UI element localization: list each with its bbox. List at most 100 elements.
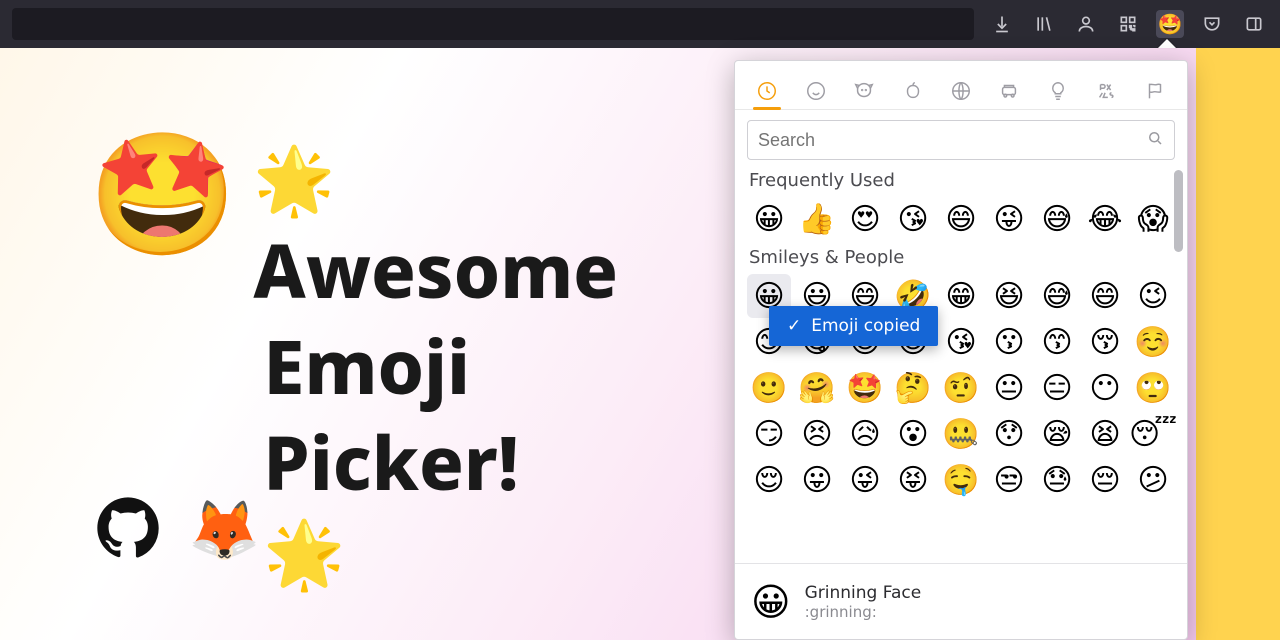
smileys-grid: ✓ Emoji copied 😀😃😄🤣😁😆😅😄😉😊😋😎😍😘😗😙😚☺️🙂🤗🤩🤔🤨😐… bbox=[747, 274, 1183, 502]
emoji-cell[interactable]: 😯 bbox=[987, 412, 1031, 456]
emoji-cell[interactable]: 😪 bbox=[1035, 412, 1079, 456]
tab-food[interactable] bbox=[895, 73, 931, 109]
emoji-cell[interactable]: 😚 bbox=[1083, 320, 1127, 364]
tab-travel[interactable] bbox=[991, 73, 1027, 109]
emoji-picker-popover: Frequently Used 😀👍😍😘😄😜😅😂😱 Smileys & Peop… bbox=[734, 60, 1188, 640]
search-icon bbox=[1146, 129, 1164, 152]
emoji-cell[interactable]: 🤐 bbox=[939, 412, 983, 456]
picker-footer: 😀 Grinning Face :grinning: bbox=[735, 563, 1187, 639]
emoji-cell[interactable]: 😒 bbox=[987, 458, 1031, 502]
emoji-cell[interactable]: ☺️ bbox=[1131, 320, 1175, 364]
pocket-icon[interactable] bbox=[1198, 10, 1226, 38]
tab-symbols[interactable] bbox=[1088, 73, 1124, 109]
emoji-cell[interactable]: 😣 bbox=[795, 412, 839, 456]
emoji-cell[interactable]: 🤗 bbox=[795, 366, 839, 410]
brand-icons: 🦊 bbox=[96, 496, 260, 564]
popover-caret bbox=[1158, 39, 1176, 48]
tab-animals[interactable] bbox=[846, 73, 882, 109]
tab-smileys[interactable] bbox=[798, 73, 834, 109]
page-content: 🤩 🌟Awesome Emoji Picker!🌟 🦊 bbox=[0, 48, 1280, 640]
scrollbar-thumb[interactable] bbox=[1174, 170, 1183, 252]
search-input[interactable] bbox=[758, 130, 1146, 151]
tab-activity[interactable] bbox=[943, 73, 979, 109]
check-icon: ✓ bbox=[787, 316, 801, 336]
emoji-cell[interactable]: 😄 bbox=[939, 197, 983, 241]
emoji-cell[interactable]: 😓 bbox=[1035, 458, 1079, 502]
sidebar-icon[interactable] bbox=[1240, 10, 1268, 38]
emoji-cell[interactable]: 😱 bbox=[1131, 197, 1175, 241]
headline-word-1: Awesome bbox=[253, 222, 618, 318]
copied-toast: ✓ Emoji copied bbox=[769, 306, 938, 346]
emoji-cell[interactable]: 😑 bbox=[1035, 366, 1079, 410]
preview-code: :grinning: bbox=[805, 603, 922, 621]
star-struck-icon: 🤩 bbox=[88, 136, 237, 256]
emoji-cell[interactable]: 😮 bbox=[891, 412, 935, 456]
emoji-cell[interactable]: 😐 bbox=[987, 366, 1031, 410]
emoji-row: 😌😛😜😝🤤😒😓😔😕 bbox=[747, 458, 1183, 502]
emoji-cell[interactable]: 😍 bbox=[843, 197, 887, 241]
emoji-cell[interactable]: 🤤 bbox=[939, 458, 983, 502]
emoji-cell[interactable]: 🤩 bbox=[843, 366, 887, 410]
tab-objects[interactable] bbox=[1040, 73, 1076, 109]
emoji-row: 😏😣😥😮🤐😯😪😫😴 bbox=[747, 412, 1183, 456]
emoji-cell[interactable]: 😅 bbox=[1035, 274, 1079, 318]
browser-top-bar: 🤩 bbox=[0, 0, 1280, 48]
frequent-row: 😀👍😍😘😄😜😅😂😱 bbox=[747, 197, 1183, 241]
emoji-cell[interactable]: 😶 bbox=[1083, 366, 1127, 410]
emoji-cell[interactable]: 😉 bbox=[1131, 274, 1175, 318]
firefox-icon[interactable]: 🦊 bbox=[188, 501, 260, 559]
emoji-cell[interactable]: 🙂 bbox=[747, 366, 791, 410]
section-title-frequent: Frequently Used bbox=[749, 170, 1183, 191]
accent-panel bbox=[1196, 48, 1280, 640]
emoji-cell[interactable]: 😫 bbox=[1083, 412, 1127, 456]
tab-recent[interactable] bbox=[749, 73, 785, 109]
emoji-cell[interactable]: 😗 bbox=[987, 320, 1031, 364]
preview-name: Grinning Face bbox=[805, 583, 922, 603]
emoji-cell[interactable]: 🤨 bbox=[939, 366, 983, 410]
emoji-cell[interactable]: 😘 bbox=[891, 197, 935, 241]
emoji-cell[interactable]: 😆 bbox=[987, 274, 1031, 318]
library-icon[interactable] bbox=[1030, 10, 1058, 38]
emoji-cell[interactable]: 😜 bbox=[843, 458, 887, 502]
headline-word-2: Emoji bbox=[253, 318, 618, 414]
section-title-smileys: Smileys & People bbox=[749, 247, 1183, 268]
emoji-cell[interactable]: 😁 bbox=[939, 274, 983, 318]
emoji-cell[interactable]: 👍 bbox=[795, 197, 839, 241]
search-box[interactable] bbox=[747, 120, 1175, 160]
emoji-cell[interactable]: 😌 bbox=[747, 458, 791, 502]
download-icon[interactable] bbox=[988, 10, 1016, 38]
emoji-cell[interactable]: 😀 bbox=[747, 197, 791, 241]
extension-awesome-emoji-icon[interactable]: 🤩 bbox=[1156, 10, 1184, 38]
emoji-cell[interactable]: 😅 bbox=[1035, 197, 1079, 241]
headline-text: 🌟Awesome Emoji Picker!🌟 bbox=[253, 136, 618, 596]
emoji-cell[interactable]: 😝 bbox=[891, 458, 935, 502]
headline-word-3: Picker! bbox=[263, 414, 618, 510]
url-bar[interactable] bbox=[12, 8, 974, 40]
picker-category-tabs bbox=[735, 61, 1187, 110]
search-wrap bbox=[735, 110, 1187, 164]
account-icon[interactable] bbox=[1072, 10, 1100, 38]
emoji-cell[interactable]: 🙄 bbox=[1131, 366, 1175, 410]
emoji-cell[interactable]: 😄 bbox=[1083, 274, 1127, 318]
emoji-cell[interactable]: 😴 bbox=[1131, 412, 1175, 456]
picker-body: Frequently Used 😀👍😍😘😄😜😅😂😱 Smileys & Peop… bbox=[735, 164, 1187, 563]
emoji-cell[interactable]: 😜 bbox=[987, 197, 1031, 241]
emoji-cell[interactable]: 😕 bbox=[1131, 458, 1175, 502]
toolbar-icons: 🤩 bbox=[988, 10, 1268, 38]
sparkle-icon: 🌟 bbox=[263, 510, 618, 596]
qr-icon[interactable] bbox=[1114, 10, 1142, 38]
sparkle-icon: 🌟 bbox=[253, 136, 618, 222]
emoji-cell[interactable]: 😥 bbox=[843, 412, 887, 456]
emoji-cell[interactable]: 😂 bbox=[1083, 197, 1127, 241]
emoji-cell[interactable]: 😔 bbox=[1083, 458, 1127, 502]
preview-emoji: 😀 bbox=[751, 580, 791, 624]
emoji-cell[interactable]: 🤔 bbox=[891, 366, 935, 410]
emoji-cell[interactable]: 😙 bbox=[1035, 320, 1079, 364]
tab-flags[interactable] bbox=[1137, 73, 1173, 109]
emoji-cell[interactable]: 😏 bbox=[747, 412, 791, 456]
github-icon[interactable] bbox=[96, 496, 160, 564]
emoji-cell[interactable]: 😘 bbox=[939, 320, 983, 364]
emoji-cell[interactable]: 😛 bbox=[795, 458, 839, 502]
emoji-row: 🙂🤗🤩🤔🤨😐😑😶🙄 bbox=[747, 366, 1183, 410]
toast-text: Emoji copied bbox=[811, 316, 920, 336]
